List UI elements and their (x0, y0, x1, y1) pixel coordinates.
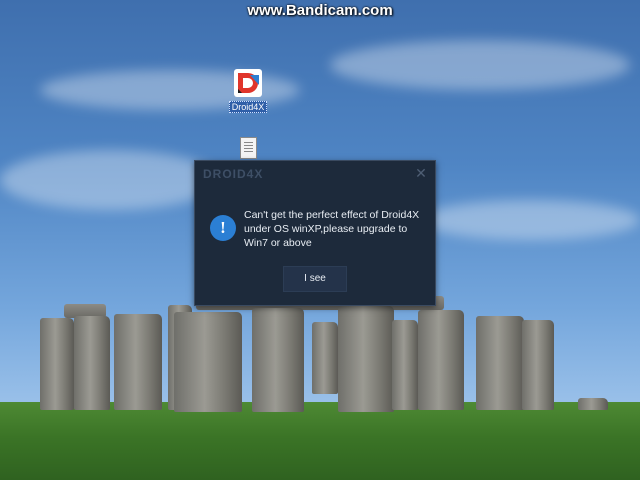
close-icon[interactable]: ✕ (413, 165, 429, 181)
info-icon: ! (210, 215, 236, 241)
compatibility-warning-dialog: DROID4X ✕ ! Can't get the perfect effect… (194, 160, 436, 306)
desktop-icon-label: Droid4X (228, 101, 268, 113)
dialog-message: Can't get the perfect effect of Droid4X … (244, 209, 420, 249)
dialog-logo: DROID4X (203, 167, 264, 181)
desktop-icon-droid4x[interactable]: Droid4X (226, 69, 270, 115)
dialog-titlebar[interactable]: DROID4X ✕ (195, 161, 435, 187)
i-see-button[interactable]: I see (283, 266, 347, 292)
desktop-wallpaper-grass (0, 402, 640, 480)
droid4x-app-icon (234, 69, 262, 97)
recording-watermark: www.Bandicam.com (247, 2, 393, 19)
text-document-icon[interactable] (240, 137, 257, 159)
